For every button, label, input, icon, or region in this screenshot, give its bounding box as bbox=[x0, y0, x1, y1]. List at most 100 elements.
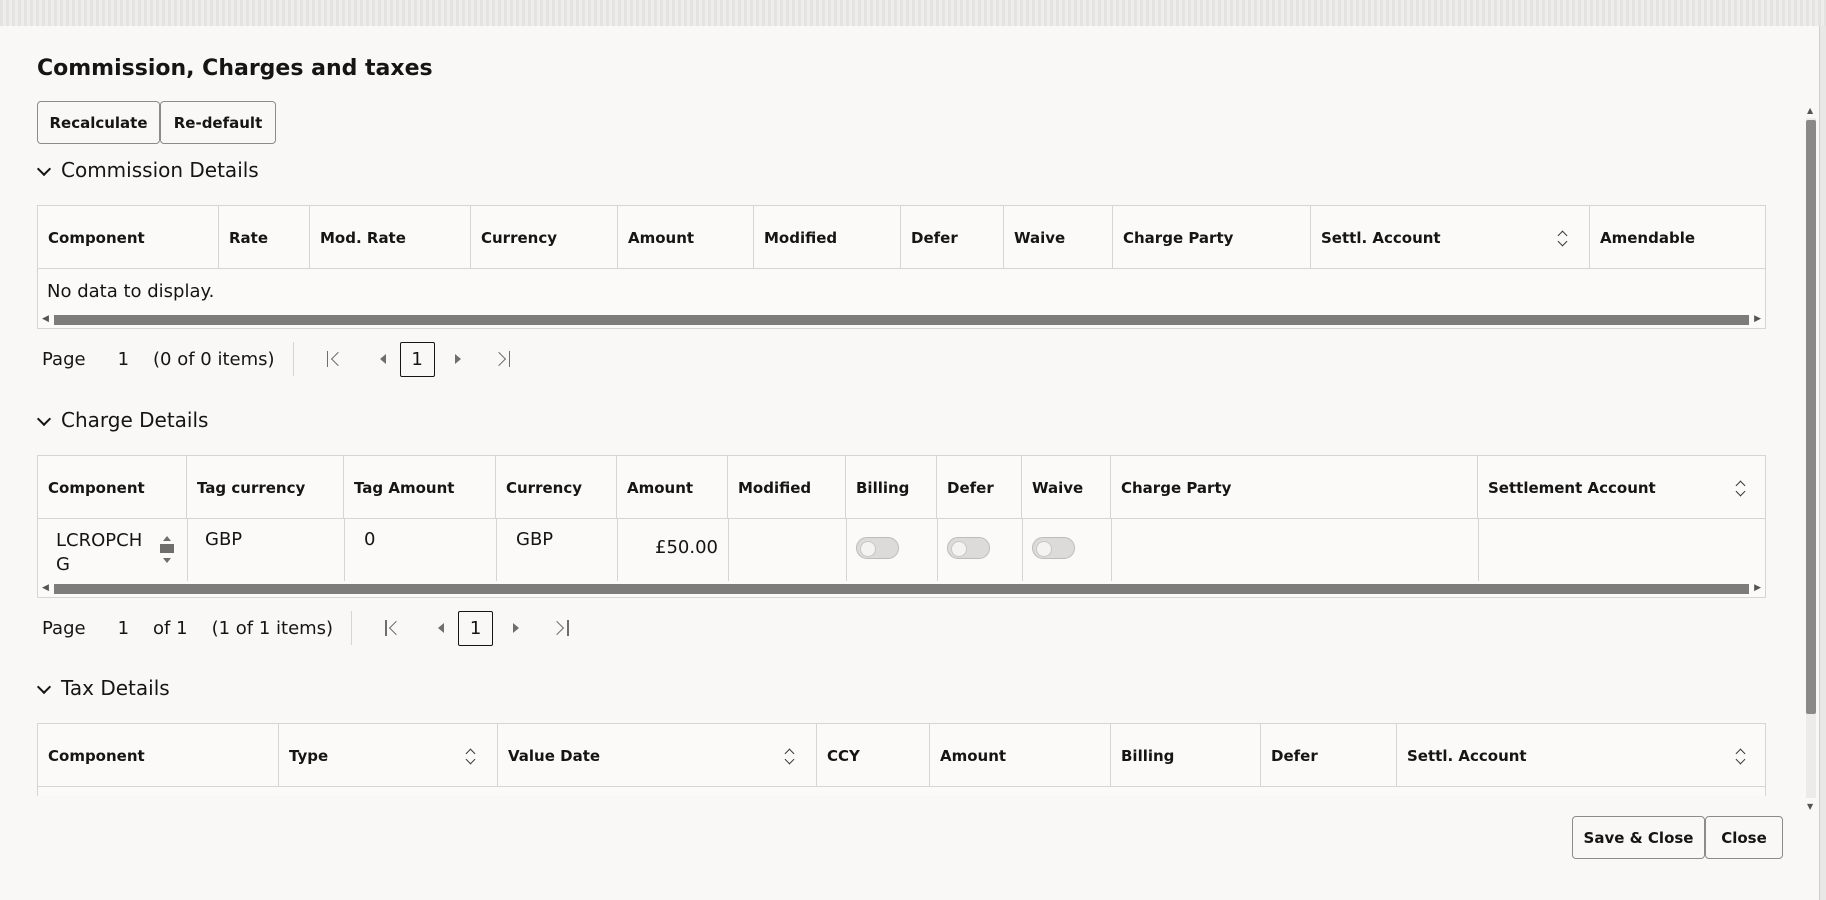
commission-details-header[interactable]: Commission Details bbox=[37, 155, 259, 185]
last-page-icon[interactable] bbox=[537, 618, 581, 638]
col-mod-rate[interactable]: Mod. Rate bbox=[310, 206, 471, 269]
previous-page-icon[interactable] bbox=[356, 349, 400, 369]
chevron-down-icon[interactable] bbox=[37, 682, 49, 694]
col-billing[interactable]: Billing bbox=[846, 456, 937, 519]
col-component[interactable]: Component bbox=[38, 456, 187, 519]
close-button[interactable]: Close bbox=[1705, 816, 1783, 859]
items-count: (0 of 0 items) bbox=[153, 348, 275, 370]
col-waive[interactable]: Waive bbox=[1004, 206, 1113, 269]
currency-cell[interactable]: GBP bbox=[516, 529, 553, 550]
dialog-title: Commission, Charges and taxes bbox=[37, 56, 433, 81]
col-currency[interactable]: Currency bbox=[471, 206, 618, 269]
col-rate[interactable]: Rate bbox=[219, 206, 310, 269]
col-settl-account[interactable]: Settl. Account bbox=[1397, 724, 1767, 787]
waive-toggle[interactable] bbox=[1032, 537, 1075, 559]
component-value-line2: G bbox=[56, 554, 70, 575]
col-type-label: Type bbox=[289, 746, 329, 765]
col-defer[interactable]: Defer bbox=[937, 456, 1022, 519]
charge-table-header: Component Tag currency Tag Amount Curren… bbox=[38, 456, 1765, 519]
tax-table-header: Component Type Value Date CCY Amount Bil… bbox=[38, 724, 1765, 787]
component-spinner[interactable] bbox=[160, 532, 174, 566]
table-row[interactable]: LCROPCH G GBP 0 GBP £50.00 bbox=[38, 519, 1765, 581]
current-page-button[interactable]: 1 bbox=[458, 610, 494, 646]
cell-divider bbox=[728, 519, 729, 581]
pager-divider bbox=[351, 611, 353, 645]
col-component[interactable]: Component bbox=[38, 206, 219, 269]
col-billing[interactable]: Billing bbox=[1111, 724, 1261, 787]
page-input[interactable]: 1 bbox=[118, 618, 129, 639]
col-settlement-account[interactable]: Settlement Account bbox=[1478, 456, 1767, 519]
cell-divider bbox=[1478, 519, 1479, 581]
col-component[interactable]: Component bbox=[38, 724, 279, 787]
cell-divider bbox=[937, 519, 938, 581]
sort-icon[interactable] bbox=[784, 748, 794, 764]
col-value-date[interactable]: Value Date bbox=[498, 724, 817, 787]
vertical-scrollbar[interactable]: ▲ ▼ bbox=[1804, 106, 1818, 816]
chevron-down-icon[interactable] bbox=[37, 164, 49, 176]
col-amount[interactable]: Amount bbox=[618, 206, 754, 269]
next-page-icon[interactable] bbox=[435, 349, 479, 369]
tag-amount-cell[interactable]: 0 bbox=[364, 529, 375, 550]
sort-icon[interactable] bbox=[1557, 230, 1567, 246]
charge-details-header[interactable]: Charge Details bbox=[37, 405, 208, 435]
col-defer[interactable]: Defer bbox=[1261, 724, 1397, 787]
first-page-icon[interactable] bbox=[370, 618, 414, 638]
scroll-thumb[interactable] bbox=[54, 584, 1749, 594]
tax-table: Component Type Value Date CCY Amount Bil… bbox=[37, 723, 1766, 796]
col-amendable[interactable]: Amendable bbox=[1590, 206, 1767, 269]
billing-toggle[interactable] bbox=[856, 537, 899, 559]
col-amount[interactable]: Amount bbox=[930, 724, 1111, 787]
charge-horizontal-scrollbar[interactable]: ◀ ▶ bbox=[38, 581, 1765, 597]
col-currency[interactable]: Currency bbox=[496, 456, 617, 519]
tag-currency-cell[interactable]: GBP bbox=[205, 529, 242, 550]
sort-icon[interactable] bbox=[465, 748, 475, 764]
commission-details-title: Commission Details bbox=[61, 158, 259, 182]
scroll-thumb[interactable] bbox=[1806, 120, 1816, 714]
col-settl-account-label: Settl. Account bbox=[1321, 228, 1441, 247]
commission-charges-dialog: Commission, Charges and taxes Recalculat… bbox=[0, 26, 1820, 900]
scroll-right-icon[interactable]: ▶ bbox=[1754, 314, 1761, 324]
spinner-handle bbox=[160, 544, 174, 553]
scroll-thumb[interactable] bbox=[54, 315, 1749, 325]
commission-horizontal-scrollbar[interactable]: ◀ ▶ bbox=[38, 312, 1765, 328]
sort-icon[interactable] bbox=[1735, 480, 1745, 496]
col-charge-party[interactable]: Charge Party bbox=[1113, 206, 1311, 269]
col-amount[interactable]: Amount bbox=[617, 456, 728, 519]
scroll-up-icon[interactable]: ▲ bbox=[1807, 106, 1813, 115]
previous-page-icon[interactable] bbox=[414, 618, 458, 638]
chevron-down-icon[interactable] bbox=[37, 414, 49, 426]
scroll-left-icon[interactable]: ◀ bbox=[42, 583, 49, 593]
save-close-button[interactable]: Save & Close bbox=[1572, 816, 1705, 859]
redefault-button[interactable]: Re-default bbox=[160, 101, 276, 144]
spinner-up-icon[interactable] bbox=[163, 532, 171, 541]
sort-icon[interactable] bbox=[1735, 748, 1745, 764]
tax-details-title: Tax Details bbox=[61, 676, 170, 700]
col-type[interactable]: Type bbox=[279, 724, 498, 787]
col-value-date-label: Value Date bbox=[508, 746, 601, 765]
col-settl-account-label: Settl. Account bbox=[1407, 746, 1527, 765]
scroll-down-icon[interactable]: ▼ bbox=[1807, 802, 1813, 811]
last-page-icon[interactable] bbox=[479, 349, 523, 369]
recalculate-button[interactable]: Recalculate bbox=[37, 101, 160, 144]
component-cell[interactable]: LCROPCH G bbox=[56, 529, 142, 577]
col-settl-account[interactable]: Settl. Account bbox=[1311, 206, 1590, 269]
col-ccy[interactable]: CCY bbox=[817, 724, 930, 787]
current-page-button[interactable]: 1 bbox=[399, 341, 435, 377]
spinner-down-icon[interactable] bbox=[163, 558, 171, 567]
next-page-icon[interactable] bbox=[493, 618, 537, 638]
scroll-right-icon[interactable]: ▶ bbox=[1754, 583, 1761, 593]
col-tag-amount[interactable]: Tag Amount bbox=[344, 456, 496, 519]
tax-details-header[interactable]: Tax Details bbox=[37, 673, 170, 703]
amount-cell[interactable]: £50.00 bbox=[617, 537, 718, 558]
col-waive[interactable]: Waive bbox=[1022, 456, 1111, 519]
col-tag-currency[interactable]: Tag currency bbox=[187, 456, 344, 519]
col-defer[interactable]: Defer bbox=[901, 206, 1004, 269]
scroll-left-icon[interactable]: ◀ bbox=[42, 314, 49, 324]
defer-toggle[interactable] bbox=[947, 537, 990, 559]
page-input[interactable]: 1 bbox=[118, 349, 129, 370]
col-charge-party[interactable]: Charge Party bbox=[1111, 456, 1478, 519]
first-page-icon[interactable] bbox=[312, 349, 356, 369]
dialog-content: Commission, Charges and taxes Recalculat… bbox=[0, 26, 1800, 796]
col-modified[interactable]: Modified bbox=[728, 456, 846, 519]
col-modified[interactable]: Modified bbox=[754, 206, 901, 269]
